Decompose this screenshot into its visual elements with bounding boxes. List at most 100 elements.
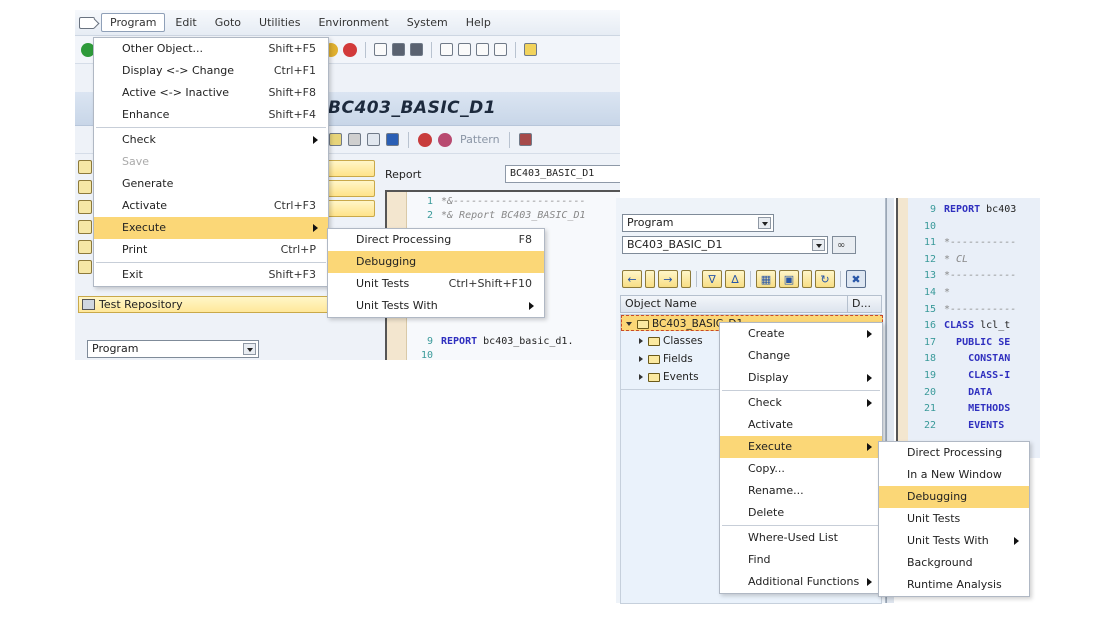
menu-item-enhance[interactable]: Enhance Shift+F4 (94, 104, 328, 126)
context-item-additional-functions[interactable]: Additional Functions (720, 571, 882, 593)
object-list-icon[interactable] (329, 133, 342, 146)
repository-browser-icon[interactable] (78, 180, 92, 194)
submenu-item-unit-tests[interactable]: Unit Tests Ctrl+Shift+F10 (328, 273, 544, 295)
object-list-icon[interactable]: ▣ (779, 270, 799, 288)
dropdown-arrow-icon[interactable] (243, 343, 256, 355)
context-item-display[interactable]: Display (720, 367, 882, 389)
expand-icon[interactable] (639, 356, 643, 362)
submenu-item-in-a-new-window[interactable]: In a New Window (879, 464, 1029, 486)
report-name-field[interactable]: BC403_BASIC_D1 (505, 165, 620, 183)
context-item-find[interactable]: Find (720, 549, 882, 571)
submenu-item-runtime-analysis[interactable]: Runtime Analysis (879, 574, 1029, 596)
menu-item-exit[interactable]: Exit Shift+F3 (94, 264, 328, 286)
submenu-arrow-icon (313, 224, 318, 232)
transport-organizer-icon[interactable] (78, 240, 92, 254)
system-menu-icon[interactable] (79, 16, 95, 29)
context-item-execute[interactable]: Execute (720, 436, 882, 458)
context-item-change[interactable]: Change (720, 345, 882, 367)
tree-node-classes[interactable]: Classes (621, 333, 703, 349)
forward-dropdown-icon[interactable] (681, 270, 691, 288)
column-description[interactable]: D... (847, 296, 871, 312)
dropdown-arrow-icon[interactable] (812, 239, 825, 251)
cancel-icon[interactable] (343, 42, 357, 57)
context-item-delete[interactable]: Delete (720, 502, 882, 524)
menu-item-other-object[interactable]: Other Object... Shift+F5 (94, 38, 328, 60)
menu-edit[interactable]: Edit (167, 14, 204, 31)
object-type-select[interactable]: Program (87, 340, 259, 358)
last-page-icon[interactable] (494, 43, 507, 56)
context-item-rename[interactable]: Rename... (720, 480, 882, 502)
menu-system[interactable]: System (399, 14, 456, 31)
tree-node-events[interactable]: Events (621, 369, 699, 385)
menu-item-check[interactable]: Check (94, 129, 328, 151)
context-item-create[interactable]: Create (720, 323, 882, 345)
next-page-icon[interactable] (476, 43, 489, 56)
menu-utilities[interactable]: Utilities (251, 14, 308, 31)
enhancement-info-icon[interactable] (78, 260, 92, 274)
collapse-icon[interactable] (626, 322, 632, 326)
submenu-item-unit-tests-with[interactable]: Unit Tests With (328, 295, 544, 317)
back-arrow-icon[interactable]: ← (622, 270, 642, 288)
menu-environment[interactable]: Environment (310, 14, 396, 31)
info-icon[interactable] (386, 133, 399, 146)
context-item-copy[interactable]: Copy... (720, 458, 882, 480)
find-icon[interactable] (392, 43, 405, 56)
menu-item-label: Save (122, 155, 150, 168)
set-breakpoint-icon[interactable] (418, 132, 432, 147)
expand-icon[interactable] (639, 374, 643, 380)
submenu-item-direct-processing[interactable]: Direct Processing F8 (328, 229, 544, 251)
line-number: 14 (923, 287, 936, 298)
menu-item-execute[interactable]: Execute (94, 217, 328, 239)
forward-arrow-icon[interactable]: → (658, 270, 678, 288)
hierarchy-icon[interactable]: ▦ (756, 270, 776, 288)
menu-item-display-change[interactable]: Display <-> Change Ctrl+F1 (94, 60, 328, 82)
menu-item-activate[interactable]: Activate Ctrl+F3 (94, 195, 328, 217)
first-page-icon[interactable] (440, 43, 453, 56)
menu-item-print[interactable]: Print Ctrl+P (94, 239, 328, 261)
context-item-activate[interactable]: Activate (720, 414, 882, 436)
collapse-all-icon[interactable]: ∆ (725, 270, 745, 288)
context-item-where-used-list[interactable]: Where-Used List (720, 527, 882, 549)
code-line: 22 EVENTS (910, 420, 1004, 434)
find-next-icon[interactable] (410, 43, 423, 56)
repository-info-icon[interactable] (78, 200, 92, 214)
refresh-icon[interactable]: ↻ (815, 270, 835, 288)
menu-help[interactable]: Help (458, 14, 499, 31)
code-line: 17 PUBLIC SE (910, 337, 1010, 351)
abap-editor[interactable]: 9 REPORT bc403 10 11 *----------- 12 * CL 13 *--… (896, 198, 1040, 458)
screenshot-se38-program-menu: Program Edit Goto Utilities Environment … (75, 10, 620, 360)
menu-item-active-inactive[interactable]: Active <-> Inactive Shift+F8 (94, 82, 328, 104)
pretty-printer-icon[interactable] (518, 133, 532, 146)
pattern-button[interactable]: Pattern (460, 133, 500, 146)
line-number: 12 (923, 253, 936, 265)
external-breakpoint-icon[interactable] (438, 132, 452, 147)
display-object-list-icon[interactable] (367, 133, 380, 146)
submenu-item-unit-tests[interactable]: Unit Tests (879, 508, 1029, 530)
print-icon[interactable] (374, 43, 387, 56)
submenu-item-direct-processing[interactable]: Direct Processing (879, 442, 1029, 464)
submenu-item-background[interactable]: Background (879, 552, 1029, 574)
previous-page-icon[interactable] (458, 43, 471, 56)
object-name-input[interactable]: BC403_BASIC_D1 (622, 236, 828, 254)
tree-node-fields[interactable]: Fields (621, 351, 693, 367)
back-dropdown-icon[interactable] (645, 270, 655, 288)
display-button[interactable]: ∞ (832, 236, 856, 254)
expand-icon[interactable] (639, 338, 643, 344)
navigation-window-icon[interactable] (348, 133, 361, 146)
mime-repository-icon[interactable] (78, 160, 92, 174)
tag-browser-icon[interactable] (78, 220, 92, 234)
submenu-item-debugging[interactable]: Debugging (328, 251, 544, 273)
close-icon[interactable]: ✖ (846, 270, 866, 288)
dropdown-arrow-icon[interactable] (758, 217, 771, 229)
column-object-name[interactable]: Object Name (625, 297, 697, 310)
menu-goto[interactable]: Goto (207, 14, 249, 31)
create-session-icon[interactable] (524, 43, 537, 56)
menu-program[interactable]: Program (101, 13, 166, 32)
list-dropdown-icon[interactable] (802, 270, 812, 288)
submenu-item-unit-tests-with[interactable]: Unit Tests With (879, 530, 1029, 552)
context-item-check[interactable]: Check (720, 392, 882, 414)
submenu-item-debugging[interactable]: Debugging (879, 486, 1029, 508)
object-type-select[interactable]: Program (622, 214, 774, 232)
expand-all-icon[interactable]: ∇ (702, 270, 722, 288)
menu-item-generate[interactable]: Generate (94, 173, 328, 195)
